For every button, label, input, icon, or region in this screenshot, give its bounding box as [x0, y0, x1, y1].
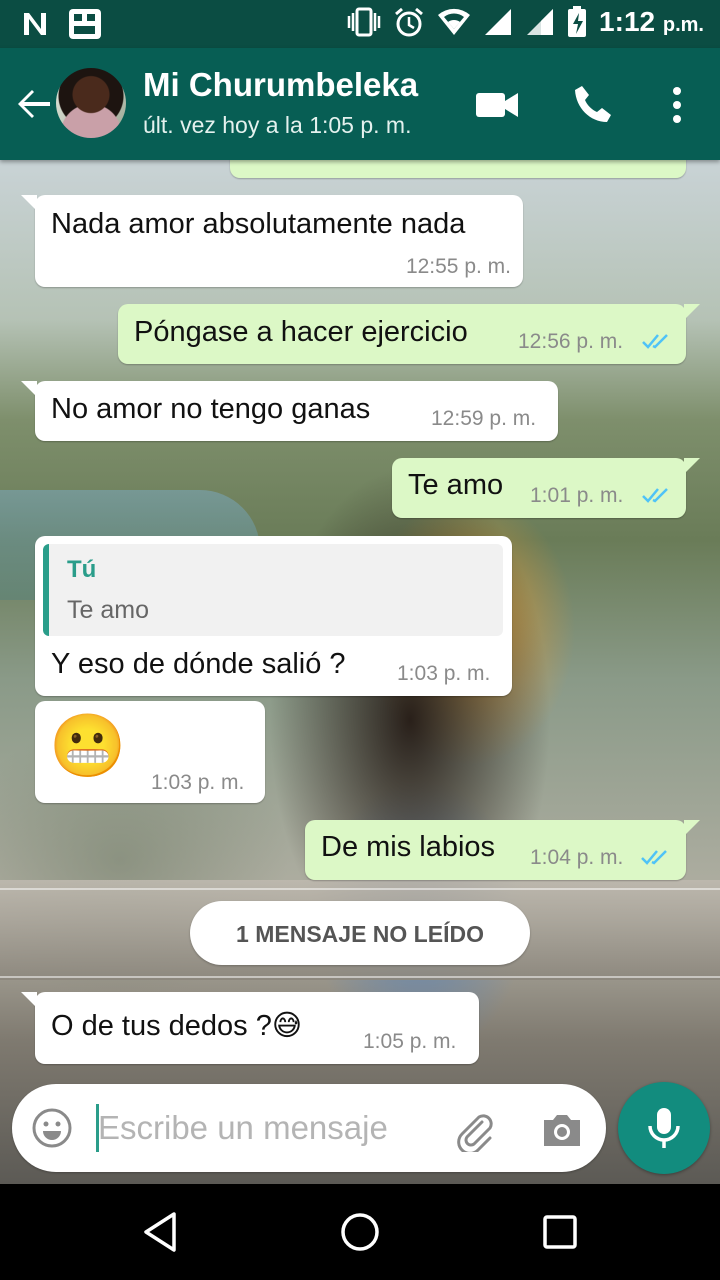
message-time: 12:59 p. m. [431, 407, 537, 430]
message-bubble-outgoing[interactable]: De mis labios 1:04 p. m. [305, 820, 700, 880]
message-bubble-incoming[interactable]: No amor no tengo ganas 12:59 p. m. [21, 381, 558, 441]
clock: 1:12 p.m. [599, 6, 704, 37]
vibrate-icon [347, 7, 381, 37]
gallery-icon [69, 9, 101, 39]
avatar[interactable] [56, 68, 126, 138]
contact-name[interactable]: Mi Churumbeleka [143, 66, 418, 104]
message-text: No amor no tengo ganas [51, 393, 371, 425]
read-ticks-icon [641, 850, 667, 865]
signal-icon [527, 9, 554, 35]
message-bubble-reply[interactable]: Tú Te amo Y eso de dónde salió ? 1:03 p.… [35, 536, 512, 696]
unread-messages-banner: 1 MENSAJE NO LEÍDO [190, 901, 530, 965]
message-time: 1:01 p. m. [530, 484, 624, 507]
message-bubble-emoji[interactable]: 😬 1:03 p. m. [35, 701, 265, 803]
grimacing-face-emoji: 😬 [49, 712, 127, 781]
last-seen-status: últ. vez hoy a la 1:05 p. m. [143, 112, 412, 138]
message-input[interactable] [98, 1100, 428, 1156]
video-call-icon[interactable] [474, 82, 520, 128]
message-text: Te amo [408, 469, 504, 501]
wifi-icon [438, 8, 471, 36]
read-ticks-icon [642, 488, 668, 503]
message-bubble-partial[interactable] [230, 160, 686, 178]
n-icon [24, 13, 46, 35]
message-text: Nada amor absolutamente nada [51, 208, 466, 240]
read-ticks-icon [642, 334, 668, 349]
quoted-text: Te amo [67, 596, 149, 624]
system-nav-bar [0, 1184, 720, 1280]
voice-record-button[interactable] [618, 1082, 710, 1174]
message-bubble-incoming[interactable]: Nada amor absolutamente nada 12:55 p. m. [21, 195, 523, 287]
camera-icon[interactable] [540, 1108, 584, 1152]
unread-banner-label: 1 MENSAJE NO LEÍDO [236, 921, 484, 947]
status-bar: 1:12 p.m. [0, 0, 720, 48]
message-time: 12:55 p. m. [405, 255, 511, 278]
emoji-icon[interactable] [30, 1106, 74, 1150]
message-bubble-incoming[interactable]: O de tus dedos ?😅 1:05 p. m. [21, 992, 479, 1064]
quoted-message[interactable]: Tú Te amo [43, 544, 503, 636]
message-time: 1:03 p. m. [151, 771, 245, 794]
home-icon[interactable] [338, 1210, 382, 1254]
message-time: 1:05 p. m. [363, 1030, 457, 1053]
message-text: O de tus dedos ?😅 [51, 1010, 303, 1042]
message-text: De mis labios [321, 831, 496, 863]
message-bubble-outgoing[interactable]: Póngase a hacer ejercicio 12:56 p. m. [118, 304, 700, 364]
back-icon[interactable] [138, 1210, 182, 1254]
signal-icon [485, 9, 512, 35]
message-bubble-outgoing[interactable]: Te amo 1:01 p. m. [392, 458, 700, 518]
message-composer [12, 1084, 606, 1172]
more-options-icon[interactable] [654, 82, 700, 128]
mic-icon [648, 1108, 680, 1148]
message-text: Póngase a hacer ejercicio [134, 316, 468, 348]
recents-icon[interactable] [538, 1210, 582, 1254]
quoted-author: Tú [67, 556, 97, 583]
message-time: 1:04 p. m. [530, 846, 624, 869]
message-time: 1:03 p. m. [397, 662, 491, 685]
phone-icon[interactable] [570, 82, 616, 128]
attach-icon[interactable] [452, 1108, 496, 1152]
battery-charging-icon [568, 6, 587, 37]
message-text: Y eso de dónde salió ? [51, 648, 346, 680]
alarm-icon [395, 7, 424, 37]
chat-background: Nada amor absolutamente nada 12:55 p. m.… [0, 160, 720, 1184]
back-arrow-icon[interactable] [14, 84, 54, 124]
chat-header: Mi Churumbeleka últ. vez hoy a la 1:05 p… [0, 48, 720, 160]
message-time: 12:56 p. m. [518, 330, 624, 353]
